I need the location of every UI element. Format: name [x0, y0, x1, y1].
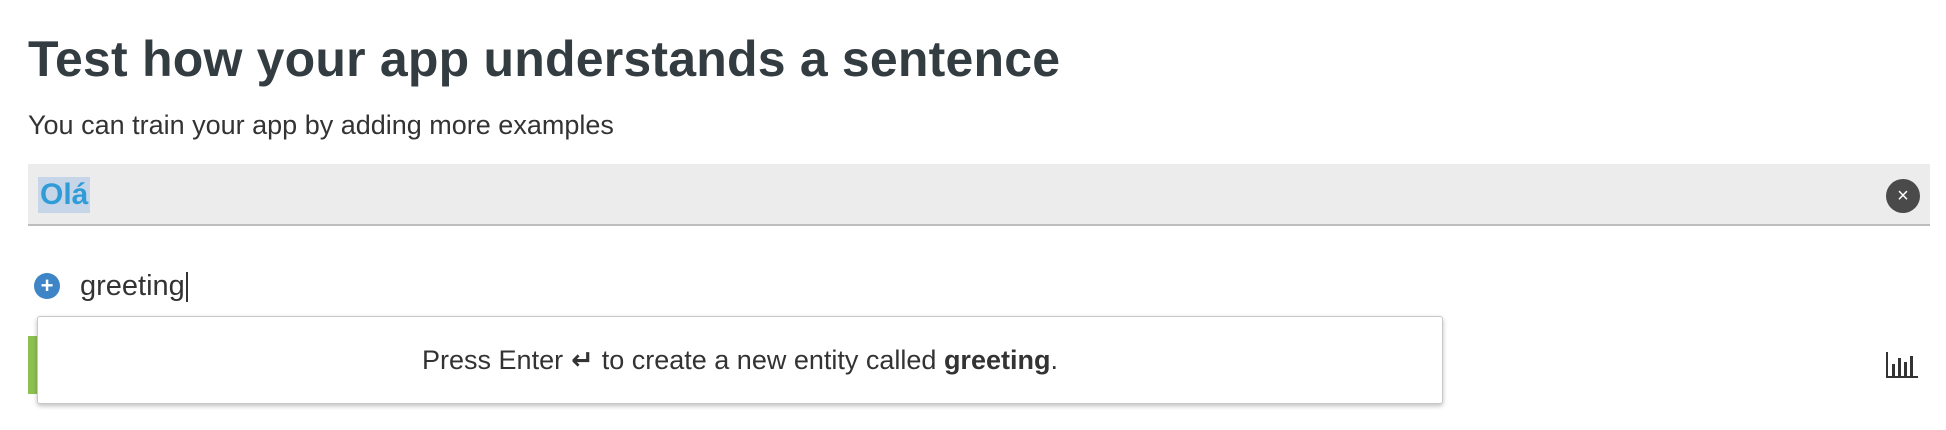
sentence-text[interactable]: Olá: [38, 177, 91, 213]
suggestion-middle: to create a new entity called: [601, 344, 937, 375]
suggestion-suffix: .: [1050, 344, 1058, 375]
bar-chart-icon[interactable]: [1886, 352, 1918, 378]
clear-icon[interactable]: ×: [1886, 179, 1920, 213]
plus-circle-icon[interactable]: +: [34, 273, 60, 299]
suggestion-prefix: Press Enter: [422, 344, 564, 375]
intent-row: + greeting: [34, 268, 188, 304]
sentence-input[interactable]: Olá ×: [28, 164, 1930, 226]
page-title: Test how your app understands a sentence: [28, 31, 1061, 87]
page-subtitle: You can train your app by adding more ex…: [28, 110, 614, 140]
text-caret: [185, 271, 188, 302]
entity-input[interactable]: greeting: [80, 270, 188, 303]
create-entity-suggestion[interactable]: Press Enter ↵ to create a new entity cal…: [37, 316, 1443, 404]
suggestion-entity-name: greeting: [943, 344, 1051, 375]
entity-input-value: greeting: [80, 269, 185, 302]
enter-key-icon: ↵: [571, 344, 594, 375]
